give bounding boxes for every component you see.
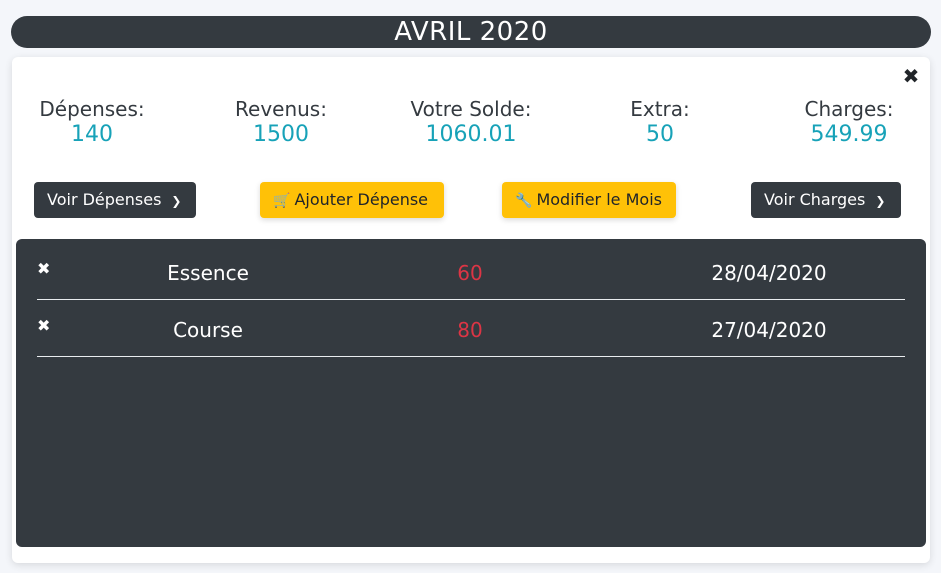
voir-charges-button[interactable]: Voir Charges ❯ (751, 182, 901, 218)
expense-name: Essence (167, 261, 249, 285)
month-title: AVRIL 2020 (394, 17, 548, 47)
stat-depenses: Dépenses: 140 (12, 97, 172, 149)
stat-solde-label: Votre Solde: (410, 97, 532, 121)
month-title-bar: AVRIL 2020 (11, 16, 931, 48)
delete-icon[interactable]: ✖ (37, 316, 51, 336)
month-card: ✖ Dépenses: 140 Revenus: 1500 Votre Sold… (12, 57, 930, 563)
close-icon[interactable]: ✖ (900, 65, 922, 87)
voir-depenses-label: Voir Dépenses (47, 190, 162, 209)
chevron-down-icon: ❯ (171, 194, 182, 208)
voir-depenses-button[interactable]: Voir Dépenses ❯ (34, 182, 196, 218)
modifier-mois-label: Modifier le Mois (536, 190, 662, 209)
stat-charges-label: Charges: (804, 97, 894, 121)
expense-amount: 80 (457, 318, 483, 342)
stat-charges-value: 549.99 (810, 122, 888, 147)
stat-solde: Votre Solde: 1060.01 (391, 97, 551, 149)
wrench-icon: 🔧 (515, 193, 533, 209)
stat-extra-label: Extra: (630, 97, 690, 121)
stat-revenus: Revenus: 1500 (201, 97, 361, 149)
stat-extra: Extra: 50 (580, 97, 740, 149)
expense-name: Course (173, 318, 243, 342)
page: AVRIL 2020 ✖ Dépenses: 140 Revenus: 1500… (0, 0, 941, 573)
voir-charges-label: Voir Charges (764, 190, 866, 209)
cart-icon: 🛒 (273, 193, 291, 209)
stat-depenses-value: 140 (71, 122, 113, 147)
expense-amount: 60 (457, 261, 483, 285)
stat-revenus-label: Revenus: (235, 97, 327, 121)
modifier-mois-button[interactable]: 🔧 Modifier le Mois (502, 182, 676, 218)
ajouter-depense-button[interactable]: 🛒 Ajouter Dépense (260, 182, 444, 218)
table-row: ✖ Course 80 27/04/2020 (37, 300, 905, 357)
chevron-down-icon: ❯ (875, 194, 886, 208)
expense-date: 27/04/2020 (711, 318, 827, 342)
summary-stats: Dépenses: 140 Revenus: 1500 Votre Solde:… (12, 97, 930, 151)
stat-depenses-label: Dépenses: (39, 97, 145, 121)
stat-revenus-value: 1500 (253, 122, 309, 147)
stat-charges: Charges: 549.99 (769, 97, 929, 149)
stat-extra-value: 50 (646, 122, 674, 147)
stat-solde-value: 1060.01 (425, 122, 517, 147)
expense-date: 28/04/2020 (711, 261, 827, 285)
ajouter-depense-label: Ajouter Dépense (294, 190, 429, 209)
delete-icon[interactable]: ✖ (37, 259, 51, 279)
expenses-table: ✖ Essence 60 28/04/2020 ✖ Course 80 27/0… (16, 239, 926, 547)
table-row: ✖ Essence 60 28/04/2020 (37, 243, 905, 300)
